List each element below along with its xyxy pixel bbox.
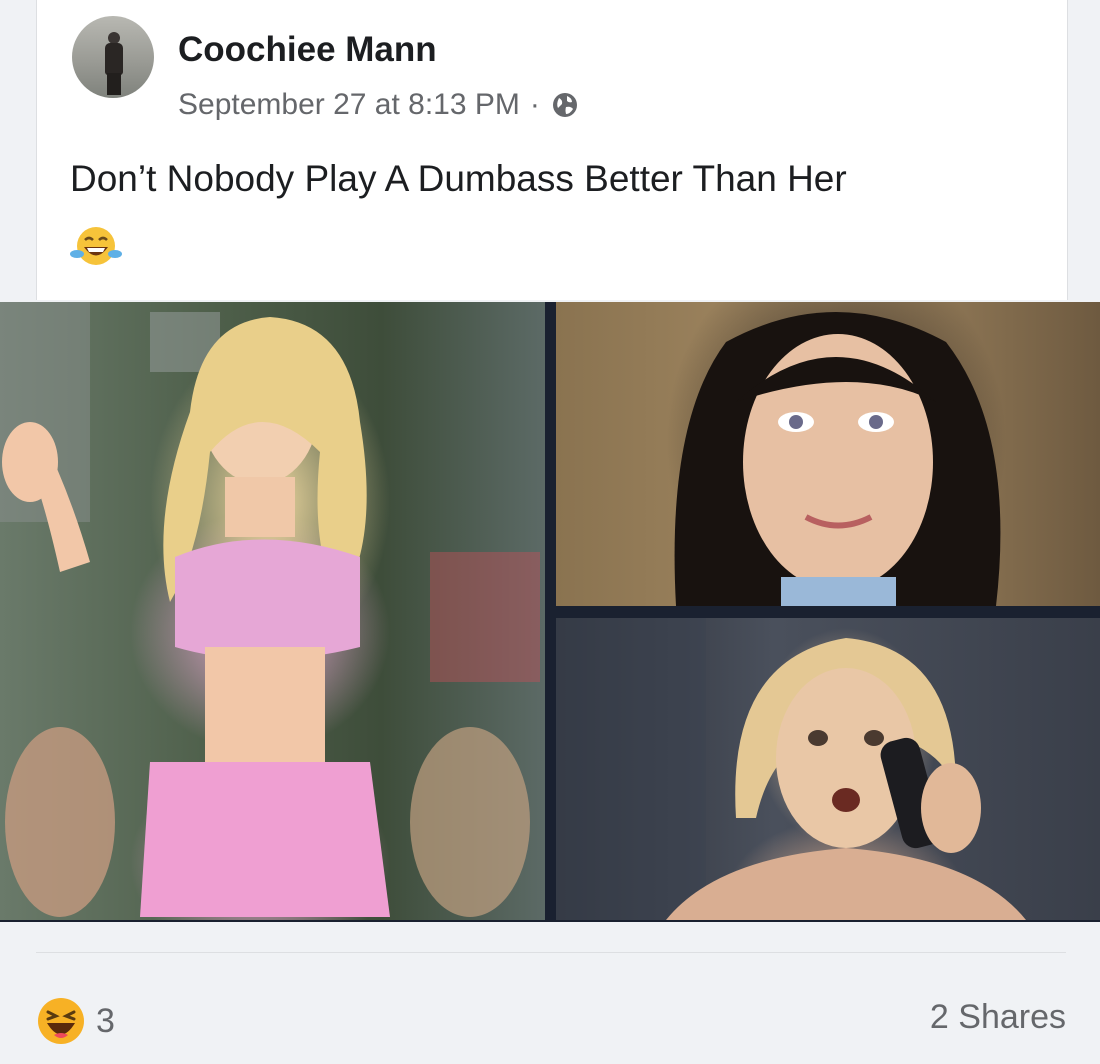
dark-bob-illustration bbox=[674, 312, 1001, 606]
photo-woman-dark-bob-hair[interactable] bbox=[556, 302, 1100, 606]
face-with-tears-of-joy-emoji bbox=[70, 227, 122, 265]
pink-outfit-illustration bbox=[0, 302, 540, 917]
photo-woman-pink-outfit-waving[interactable] bbox=[0, 302, 545, 920]
reaction-summary[interactable]: 3 bbox=[36, 996, 115, 1046]
globe-icon[interactable] bbox=[550, 90, 580, 120]
avatar-figure-body bbox=[105, 43, 123, 75]
phone-call-illustration bbox=[556, 618, 1026, 920]
avatar-figure-legs bbox=[107, 73, 121, 95]
footer-divider bbox=[36, 952, 1066, 953]
post-text: Don’t Nobody Play A Dumbass Better Than … bbox=[70, 158, 847, 199]
post-timestamp[interactable]: September 27 at 8:13 PM bbox=[178, 88, 520, 122]
post-meta: September 27 at 8:13 PM · bbox=[178, 88, 580, 122]
haha-reaction-icon[interactable] bbox=[36, 996, 86, 1046]
author-avatar[interactable] bbox=[72, 16, 154, 98]
photo-woman-blonde-on-phone[interactable] bbox=[556, 618, 1100, 920]
reaction-count[interactable]: 3 bbox=[96, 1002, 115, 1041]
photo-grid[interactable] bbox=[0, 302, 1100, 922]
meta-separator: · bbox=[529, 88, 540, 121]
shares-count[interactable]: 2 Shares bbox=[930, 998, 1066, 1037]
author-name[interactable]: Coochiee Mann bbox=[178, 30, 437, 70]
